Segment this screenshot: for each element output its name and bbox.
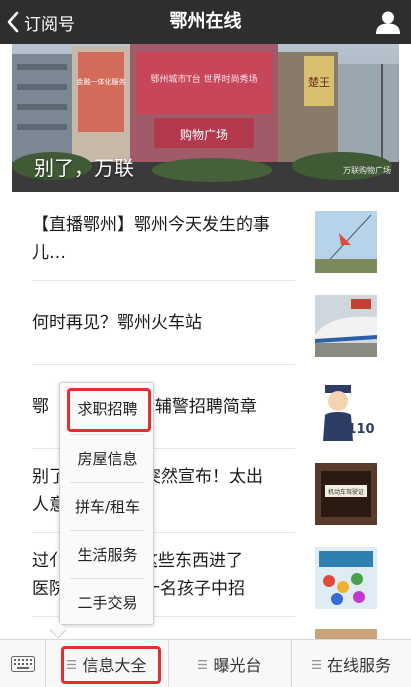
article-thumbnail: 110 xyxy=(315,379,377,441)
menu-lines-icon xyxy=(67,659,77,669)
back-button[interactable]: 订阅号 xyxy=(6,0,75,44)
article-thumbnail: 机动车驾驶证 xyxy=(315,463,377,525)
menu-item-life-services[interactable]: 生活服务 xyxy=(68,531,147,579)
article-item[interactable]: 何时再见？鄂州火车站 xyxy=(32,281,399,365)
bottom-menu-bar: 信息大全 曝光台 在线服务 xyxy=(0,639,411,687)
menu-item-housing[interactable]: 房屋信息 xyxy=(68,435,147,483)
tab-label: 在线服务 xyxy=(326,656,391,675)
keyboard-toggle-button[interactable] xyxy=(0,640,45,687)
article-thumbnail xyxy=(315,295,377,357)
user-icon[interactable] xyxy=(375,9,401,35)
menu-item-jobs[interactable]: 求职招聘 xyxy=(68,385,147,433)
billboard-left-text: 金融一体化服务 xyxy=(77,77,126,86)
top-navbar: 订阅号 鄂州在线 xyxy=(0,0,411,44)
tab-info[interactable]: 信息大全 xyxy=(46,640,168,687)
article-title-text: 何时再见？鄂州火车站 xyxy=(32,313,202,333)
article-thumbnail xyxy=(315,629,377,639)
article-item[interactable]: 【直播鄂州】鄂州今天发生的事儿… xyxy=(32,197,399,281)
tab-label: 曝光台 xyxy=(213,656,262,675)
menu-item-carpool[interactable]: 拼车/租车 xyxy=(68,483,147,531)
back-label: 订阅号 xyxy=(24,14,75,35)
menu-lines-icon xyxy=(198,659,208,669)
menu-lines-icon xyxy=(311,659,321,669)
info-popup-menu: 求职招聘 房屋信息 拼车/租车 生活服务 二手交易 xyxy=(59,382,154,625)
article-title-text: 突然宣布！太出 xyxy=(144,467,263,487)
billboard-right-text: 楚王 xyxy=(308,75,330,89)
hero-watermark: 万联购物广场 xyxy=(343,166,391,175)
tab-label: 信息大全 xyxy=(82,656,147,675)
article-thumbnail xyxy=(315,211,377,273)
article-title: 【直播鄂州】鄂州今天发生的事儿… xyxy=(32,197,302,281)
tab-exposure[interactable]: 曝光台 xyxy=(169,640,291,687)
billboard-ground-text: 购物广场 xyxy=(180,127,228,142)
billboard-center-text: 鄂州城市T台 世界时尚秀场 xyxy=(150,73,257,85)
menu-item-secondhand[interactable]: 二手交易 xyxy=(68,579,147,627)
thumb-label: 机动车驾驶证 xyxy=(328,488,364,496)
keyboard-icon xyxy=(10,656,35,672)
chevron-left-icon xyxy=(7,11,19,33)
hero-banner[interactable]: 金融一体化服务 鄂州城市T台 世界时尚秀场 购物广场 楚王 别了，万联 万联购物… xyxy=(12,44,399,192)
article-title: 何时再见？鄂州火车站 xyxy=(32,281,302,365)
article-title-text: 鄂 xyxy=(32,397,49,417)
article-thumbnail xyxy=(315,547,377,609)
tab-online-services[interactable]: 在线服务 xyxy=(292,640,411,687)
article-title-text: 【直播鄂州】鄂州今天发生的事儿… xyxy=(32,215,270,263)
thumb-label: 110 xyxy=(347,422,374,437)
hero-title: 别了，万联 xyxy=(34,156,134,180)
